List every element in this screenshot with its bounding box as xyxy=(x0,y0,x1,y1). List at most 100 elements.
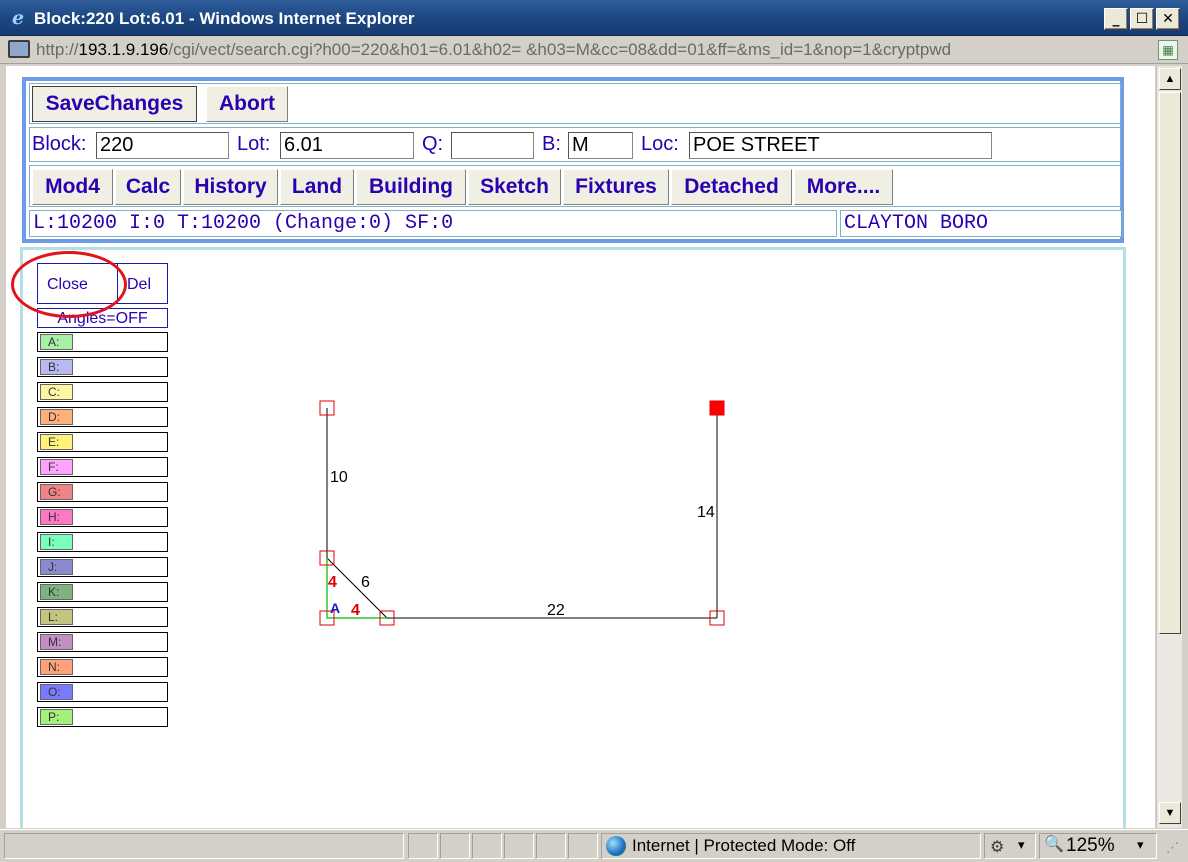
sketch-area xyxy=(20,247,1126,828)
layer-row: P: xyxy=(37,707,168,727)
fields-row: Block: 220 Lot: 6.01 Q: B: M Loc: POE ST… xyxy=(29,127,1121,162)
action-row: SaveChanges Abort xyxy=(29,83,1121,124)
layer-input[interactable] xyxy=(74,333,167,351)
layer-row: K: xyxy=(37,582,168,602)
url-path: /cgi/vect/search.cgi?h00=220&h01=6.01&h0… xyxy=(168,40,952,59)
layer-row: G: xyxy=(37,482,168,502)
loc-input[interactable]: POE STREET xyxy=(689,132,992,159)
window-title: Block:220 Lot:6.01 - Windows Internet Ex… xyxy=(34,9,415,28)
layer-label: K: xyxy=(40,584,73,600)
vertical-scrollbar[interactable]: ▲ ▼ xyxy=(1156,66,1182,828)
page-viewport: SaveChanges Abort Block: 220 Lot: 6.01 Q… xyxy=(6,66,1155,828)
layer-input[interactable] xyxy=(74,408,167,426)
layer-row: J: xyxy=(37,557,168,577)
layer-row: I: xyxy=(37,532,168,552)
loc-label: Loc: xyxy=(641,133,679,155)
layer-label: C: xyxy=(40,384,73,400)
status-cell xyxy=(472,833,502,859)
abort-button[interactable]: Abort xyxy=(206,86,288,122)
layer-label: J: xyxy=(40,559,73,575)
scroll-down-icon[interactable]: ▼ xyxy=(1159,802,1181,824)
address-input[interactable]: http://193.1.9.196/cgi/vect/search.cgi?h… xyxy=(36,40,951,60)
layer-row: B: xyxy=(37,357,168,377)
tab-calc[interactable]: Calc xyxy=(115,169,181,205)
layer-input[interactable] xyxy=(74,658,167,676)
tab-mod4[interactable]: Mod4 xyxy=(32,169,113,205)
layer-label: N: xyxy=(40,659,73,675)
tab-building[interactable]: Building xyxy=(356,169,466,205)
layer-input[interactable] xyxy=(74,533,167,551)
layer-label: P: xyxy=(40,709,73,725)
angles-toggle[interactable]: Angles=OFF xyxy=(37,308,168,328)
layer-row: O: xyxy=(37,682,168,702)
layer-label: D: xyxy=(40,409,73,425)
page-icon xyxy=(8,40,30,58)
close-button[interactable]: Close xyxy=(38,264,118,303)
layer-row: D: xyxy=(37,407,168,427)
tab-detached[interactable]: Detached xyxy=(671,169,792,205)
layer-label: A: xyxy=(40,334,73,350)
status-text-cell xyxy=(4,833,404,859)
scroll-thumb[interactable] xyxy=(1159,92,1181,634)
layer-input[interactable] xyxy=(74,683,167,701)
layer-row: H: xyxy=(37,507,168,527)
layer-input[interactable] xyxy=(74,433,167,451)
valuation-summary: L:10200 I:0 T:10200 (Change:0) SF:0 xyxy=(29,210,837,237)
chevron-down-icon: ▾ xyxy=(1137,837,1144,852)
close-window-button[interactable]: ✕ xyxy=(1156,8,1180,30)
layer-label: I: xyxy=(40,534,73,550)
layer-input[interactable] xyxy=(74,458,167,476)
tab-more[interactable]: More.... xyxy=(794,169,893,205)
maximize-button[interactable]: ☐ xyxy=(1130,8,1154,30)
status-cell xyxy=(536,833,566,859)
status-cell xyxy=(408,833,438,859)
block-label: Block: xyxy=(32,133,87,155)
layer-input[interactable] xyxy=(74,708,167,726)
del-button[interactable]: Del xyxy=(119,264,167,303)
layer-row: M: xyxy=(37,632,168,652)
title-bar: e Block:220 Lot:6.01 - Windows Internet … xyxy=(0,0,1188,36)
b-label: B: xyxy=(542,133,561,155)
block-input[interactable]: 220 xyxy=(96,132,229,159)
q-input[interactable] xyxy=(451,132,534,159)
layer-label: E: xyxy=(40,434,73,450)
status-bar: Internet | Protected Mode: Off ⚙ ▾ 🔍 125… xyxy=(0,829,1188,862)
layer-input[interactable] xyxy=(74,358,167,376)
zoom-level: 125% xyxy=(1066,835,1115,856)
b-input[interactable]: M xyxy=(568,132,633,159)
layer-input[interactable] xyxy=(74,383,167,401)
address-bar: http://193.1.9.196/cgi/vect/search.cgi?h… xyxy=(0,36,1188,64)
save-changes-button[interactable]: SaveChanges xyxy=(32,86,197,122)
url-host: 193.1.9.196 xyxy=(78,40,169,59)
layer-label: G: xyxy=(40,484,73,500)
tab-land[interactable]: Land xyxy=(280,169,354,205)
tab-row: Mod4 Calc History Land Building Sketch F… xyxy=(29,165,1121,207)
tab-fixtures[interactable]: Fixtures xyxy=(563,169,669,205)
minimize-button[interactable]: _ xyxy=(1104,8,1128,30)
layer-label: F: xyxy=(40,459,73,475)
layer-input[interactable] xyxy=(74,508,167,526)
property-panel: SaveChanges Abort Block: 220 Lot: 6.01 Q… xyxy=(22,77,1124,243)
url-prefix: http:// xyxy=(36,40,79,59)
ie-logo-icon: e xyxy=(11,7,25,29)
layer-input[interactable] xyxy=(74,483,167,501)
summary-row: L:10200 I:0 T:10200 (Change:0) SF:0 CLAY… xyxy=(29,210,1123,237)
tab-sketch[interactable]: Sketch xyxy=(468,169,561,205)
q-label: Q: xyxy=(422,133,444,155)
close-del-group: Close Del xyxy=(37,263,168,304)
layer-input[interactable] xyxy=(74,558,167,576)
compatibility-view-icon[interactable]: ▦ xyxy=(1158,40,1178,60)
status-cell xyxy=(504,833,534,859)
tab-history[interactable]: History xyxy=(183,169,278,205)
layer-input[interactable] xyxy=(74,608,167,626)
layer-input[interactable] xyxy=(74,633,167,651)
resize-grip-icon[interactable]: ⋰ xyxy=(1166,840,1179,856)
layer-input[interactable] xyxy=(74,583,167,601)
layer-label: M: xyxy=(40,634,73,650)
layer-label: O: xyxy=(40,684,73,700)
lot-label: Lot: xyxy=(237,133,271,155)
scroll-up-icon[interactable]: ▲ xyxy=(1159,68,1181,90)
lot-input[interactable]: 6.01 xyxy=(280,132,414,159)
municipality-name: CLAYTON BORO xyxy=(840,210,1123,237)
layer-row: E: xyxy=(37,432,168,452)
